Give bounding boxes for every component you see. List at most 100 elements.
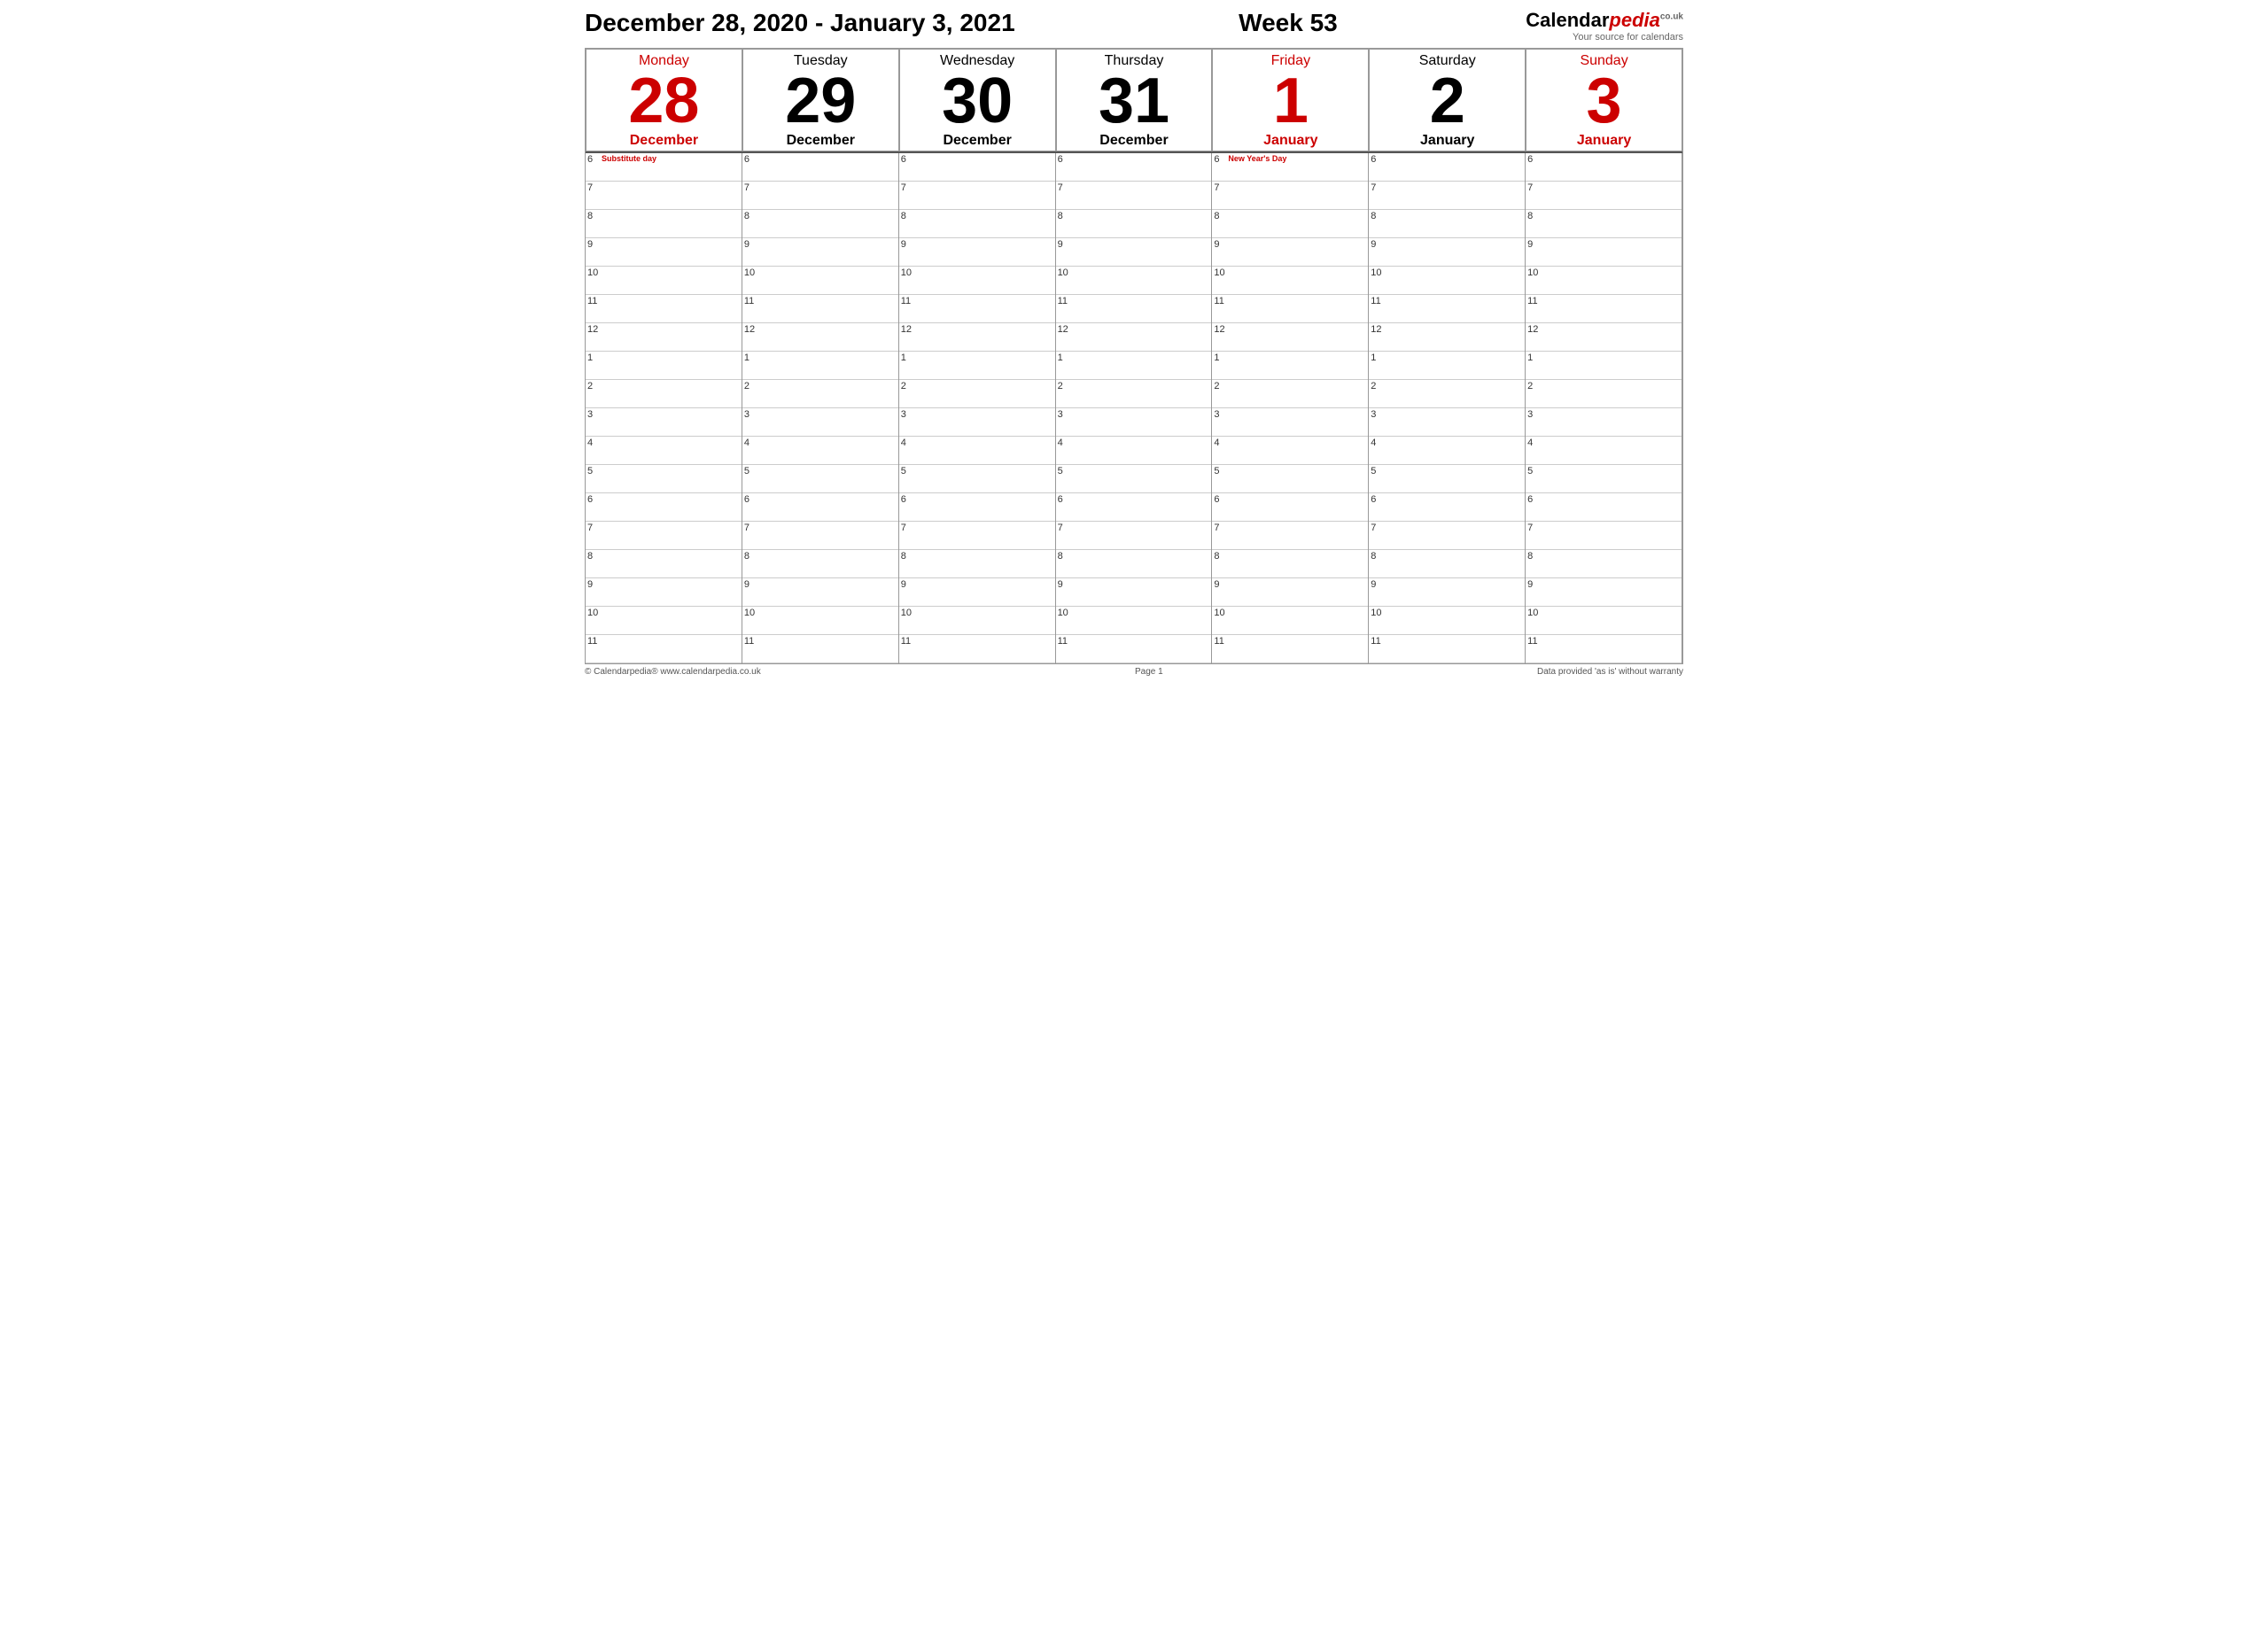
time-row-6-14[interactable]: 8 [1526,550,1682,578]
time-row-5-2[interactable]: 8 [1369,210,1525,238]
time-row-3-9[interactable]: 3 [1056,408,1212,437]
time-row-3-15[interactable]: 9 [1056,578,1212,607]
time-row-0-1[interactable]: 7 [586,182,742,210]
time-row-0-5[interactable]: 11 [586,295,742,323]
time-row-4-10[interactable]: 4 [1212,437,1368,465]
time-row-1-16[interactable]: 10 [742,607,898,635]
time-row-6-15[interactable]: 9 [1526,578,1682,607]
time-row-3-3[interactable]: 9 [1056,238,1212,267]
time-row-3-6[interactable]: 12 [1056,323,1212,352]
time-row-6-8[interactable]: 2 [1526,380,1682,408]
time-row-5-8[interactable]: 2 [1369,380,1525,408]
time-row-1-6[interactable]: 12 [742,323,898,352]
time-row-4-11[interactable]: 5 [1212,465,1368,493]
time-row-5-11[interactable]: 5 [1369,465,1525,493]
time-row-2-13[interactable]: 7 [899,522,1055,550]
time-row-2-14[interactable]: 8 [899,550,1055,578]
time-row-6-3[interactable]: 9 [1526,238,1682,267]
time-row-5-0[interactable]: 6 [1369,153,1525,182]
time-row-1-5[interactable]: 11 [742,295,898,323]
time-row-1-14[interactable]: 8 [742,550,898,578]
time-row-2-6[interactable]: 12 [899,323,1055,352]
time-row-2-2[interactable]: 8 [899,210,1055,238]
time-row-6-0[interactable]: 6 [1526,153,1682,182]
time-row-0-6[interactable]: 12 [586,323,742,352]
time-row-1-3[interactable]: 9 [742,238,898,267]
time-row-5-9[interactable]: 3 [1369,408,1525,437]
time-row-3-5[interactable]: 11 [1056,295,1212,323]
time-row-2-5[interactable]: 11 [899,295,1055,323]
time-row-0-14[interactable]: 8 [586,550,742,578]
time-row-4-4[interactable]: 10 [1212,267,1368,295]
time-row-5-3[interactable]: 9 [1369,238,1525,267]
time-row-2-11[interactable]: 5 [899,465,1055,493]
time-row-1-4[interactable]: 10 [742,267,898,295]
time-row-0-17[interactable]: 11 [586,635,742,663]
time-row-1-17[interactable]: 11 [742,635,898,663]
time-row-5-6[interactable]: 12 [1369,323,1525,352]
time-row-2-17[interactable]: 11 [899,635,1055,663]
time-row-6-6[interactable]: 12 [1526,323,1682,352]
time-row-3-2[interactable]: 8 [1056,210,1212,238]
time-row-1-10[interactable]: 4 [742,437,898,465]
time-row-3-7[interactable]: 1 [1056,352,1212,380]
time-row-2-10[interactable]: 4 [899,437,1055,465]
time-row-3-12[interactable]: 6 [1056,493,1212,522]
time-row-3-17[interactable]: 11 [1056,635,1212,663]
time-row-2-4[interactable]: 10 [899,267,1055,295]
time-row-3-11[interactable]: 5 [1056,465,1212,493]
time-row-5-5[interactable]: 11 [1369,295,1525,323]
time-row-5-15[interactable]: 9 [1369,578,1525,607]
time-row-6-9[interactable]: 3 [1526,408,1682,437]
time-row-1-11[interactable]: 5 [742,465,898,493]
time-row-1-0[interactable]: 6 [742,153,898,182]
time-row-6-17[interactable]: 11 [1526,635,1682,663]
time-row-5-4[interactable]: 10 [1369,267,1525,295]
time-row-2-3[interactable]: 9 [899,238,1055,267]
time-row-4-2[interactable]: 8 [1212,210,1368,238]
time-row-0-3[interactable]: 9 [586,238,742,267]
time-row-1-2[interactable]: 8 [742,210,898,238]
time-row-2-0[interactable]: 6 [899,153,1055,182]
time-row-5-1[interactable]: 7 [1369,182,1525,210]
time-row-4-0[interactable]: 6New Year's Day [1212,153,1368,182]
time-row-0-15[interactable]: 9 [586,578,742,607]
time-row-0-13[interactable]: 7 [586,522,742,550]
time-row-4-3[interactable]: 9 [1212,238,1368,267]
time-row-6-10[interactable]: 4 [1526,437,1682,465]
time-row-5-17[interactable]: 11 [1369,635,1525,663]
time-row-6-16[interactable]: 10 [1526,607,1682,635]
time-row-3-10[interactable]: 4 [1056,437,1212,465]
time-row-4-17[interactable]: 11 [1212,635,1368,663]
time-row-3-4[interactable]: 10 [1056,267,1212,295]
time-row-6-2[interactable]: 8 [1526,210,1682,238]
time-row-4-7[interactable]: 1 [1212,352,1368,380]
time-row-2-1[interactable]: 7 [899,182,1055,210]
time-row-6-11[interactable]: 5 [1526,465,1682,493]
time-row-0-9[interactable]: 3 [586,408,742,437]
time-row-4-14[interactable]: 8 [1212,550,1368,578]
time-row-6-4[interactable]: 10 [1526,267,1682,295]
time-row-4-1[interactable]: 7 [1212,182,1368,210]
time-row-5-7[interactable]: 1 [1369,352,1525,380]
time-row-0-4[interactable]: 10 [586,267,742,295]
time-row-4-9[interactable]: 3 [1212,408,1368,437]
time-row-1-13[interactable]: 7 [742,522,898,550]
time-row-0-2[interactable]: 8 [586,210,742,238]
time-row-0-11[interactable]: 5 [586,465,742,493]
time-row-4-5[interactable]: 11 [1212,295,1368,323]
time-row-0-12[interactable]: 6 [586,493,742,522]
time-row-5-14[interactable]: 8 [1369,550,1525,578]
time-row-4-6[interactable]: 12 [1212,323,1368,352]
time-row-2-15[interactable]: 9 [899,578,1055,607]
time-row-4-16[interactable]: 10 [1212,607,1368,635]
time-row-1-12[interactable]: 6 [742,493,898,522]
time-row-4-15[interactable]: 9 [1212,578,1368,607]
time-row-4-8[interactable]: 2 [1212,380,1368,408]
time-row-3-13[interactable]: 7 [1056,522,1212,550]
time-row-0-7[interactable]: 1 [586,352,742,380]
time-row-1-15[interactable]: 9 [742,578,898,607]
time-row-2-7[interactable]: 1 [899,352,1055,380]
time-row-6-5[interactable]: 11 [1526,295,1682,323]
time-row-6-1[interactable]: 7 [1526,182,1682,210]
